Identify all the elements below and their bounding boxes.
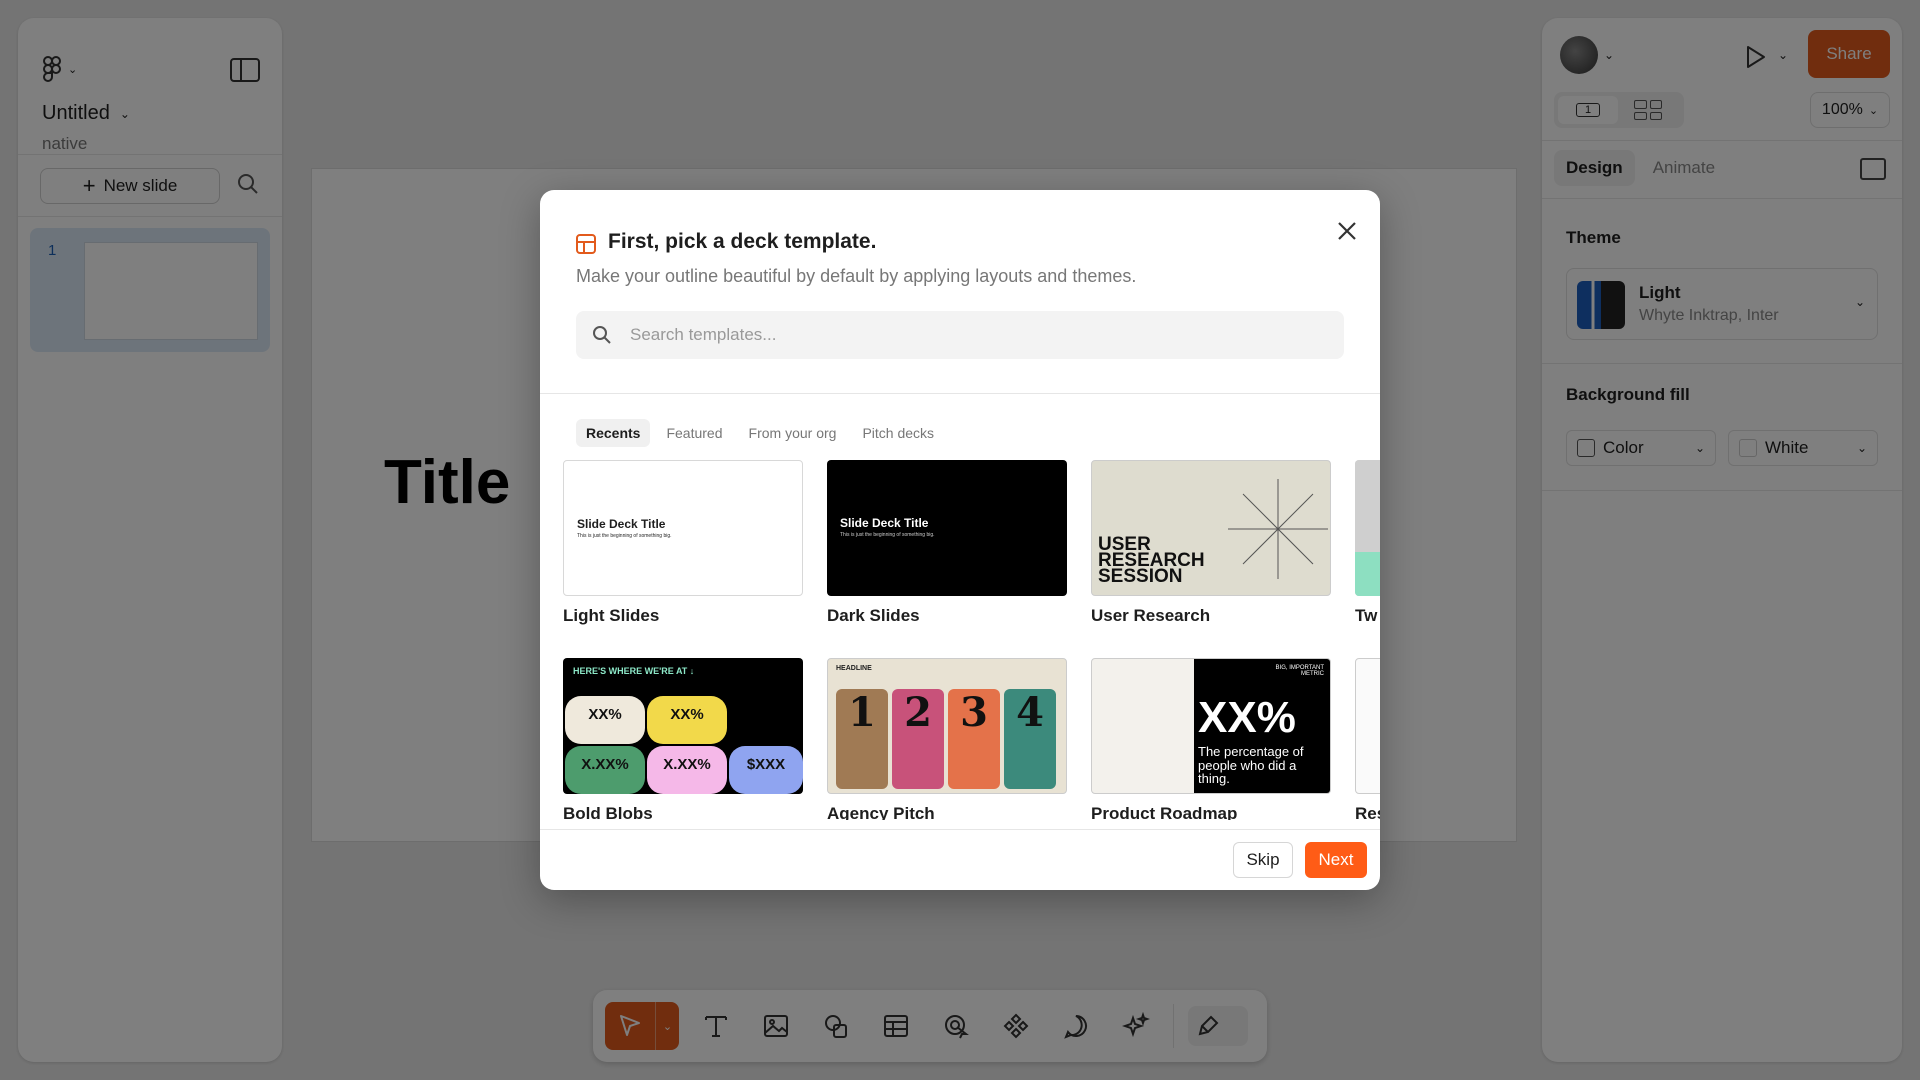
blob: XX% xyxy=(647,696,727,744)
divider xyxy=(540,829,1380,830)
template-icon xyxy=(576,234,596,254)
template-card-user-research[interactable]: USER RESEARCH SESSION User Research xyxy=(1091,460,1331,626)
tab-pitch-decks[interactable]: Pitch decks xyxy=(852,419,944,447)
preview-label: BIG, IMPORTANT METRIC xyxy=(1275,665,1324,677)
preview-title: Slide Deck Title xyxy=(577,517,666,531)
blob: X.XX% xyxy=(647,746,727,794)
template-card-agency-pitch[interactable]: HEADLINE 1 2 3 4 Agency Pitch xyxy=(827,658,1067,820)
template-card-dark-slides[interactable]: Slide Deck Title This is just the beginn… xyxy=(827,460,1067,626)
preview-caption: The percentage of people who did a thing… xyxy=(1198,744,1304,787)
template-name: Product Roadmap xyxy=(1091,804,1238,820)
modal-description: Make your outline beautiful by default b… xyxy=(576,266,1137,286)
template-preview xyxy=(1355,658,1380,794)
blob: X.XX% xyxy=(565,746,645,794)
preview-header: HERE'S WHERE WE'RE AT ↓ xyxy=(573,666,695,676)
tab-featured[interactable]: Featured xyxy=(656,419,732,447)
modal-title: First, pick a deck template. xyxy=(608,230,877,253)
preview-title: Slide Deck Title xyxy=(840,516,929,530)
preview-number: 3 xyxy=(948,689,1000,789)
template-name: Bold Blobs xyxy=(563,804,653,820)
template-preview: Slide Deck Title This is just the beginn… xyxy=(563,460,803,596)
preview-number: 4 xyxy=(1004,689,1056,789)
skip-button[interactable]: Skip xyxy=(1233,842,1293,878)
blob: $XXX xyxy=(729,746,803,794)
preview-subtitle: This is just the beginning of something … xyxy=(840,532,935,538)
template-grid: Slide Deck Title This is just the beginn… xyxy=(540,460,1380,820)
template-preview: HERE'S WHERE WE'RE AT ↓ XX% XX% X.XX% X.… xyxy=(563,658,803,794)
template-name: Tw xyxy=(1355,606,1378,625)
tab-from-your-org[interactable]: From your org xyxy=(739,419,847,447)
search-icon xyxy=(593,326,611,344)
template-preview: Slide Deck Title This is just the beginn… xyxy=(827,460,1067,596)
preview-number: 2 xyxy=(892,689,944,789)
template-name: Dark Slides xyxy=(827,606,920,625)
template-preview: BIG, IMPORTANT METRIC XX% The percentage… xyxy=(1091,658,1331,794)
preview-metric: XX% xyxy=(1198,693,1296,742)
template-tabs: Recents Featured From your org Pitch dec… xyxy=(576,419,944,447)
search-templates-input[interactable] xyxy=(576,311,1344,359)
next-button[interactable]: Next xyxy=(1305,842,1367,878)
template-name: Light Slides xyxy=(563,606,660,625)
template-name: Agency Pitch xyxy=(827,804,935,820)
template-card-bold-blobs[interactable]: HERE'S WHERE WE'RE AT ↓ XX% XX% X.XX% X.… xyxy=(563,658,803,820)
template-card-partial[interactable]: Tw xyxy=(1355,460,1380,626)
template-card-partial[interactable]: Res xyxy=(1355,658,1380,820)
blob: XX% xyxy=(565,696,645,744)
template-picker-modal: First, pick a deck template. Make your o… xyxy=(540,190,1380,890)
tab-recents[interactable]: Recents xyxy=(576,419,651,447)
preview-metric-panel: BIG, IMPORTANT METRIC XX% The percentage… xyxy=(1194,659,1330,793)
template-name: Res xyxy=(1355,804,1380,820)
close-icon[interactable] xyxy=(1332,216,1362,246)
template-preview: USER RESEARCH SESSION xyxy=(1091,460,1331,596)
preview-title: USER RESEARCH SESSION xyxy=(1098,533,1205,587)
template-card-product-roadmap[interactable]: BIG, IMPORTANT METRIC XX% The percentage… xyxy=(1091,658,1331,820)
template-preview: HEADLINE 1 2 3 4 xyxy=(827,658,1067,794)
template-preview xyxy=(1355,460,1380,596)
divider xyxy=(540,393,1380,394)
preview-header: HEADLINE xyxy=(836,665,872,672)
template-name: User Research xyxy=(1091,606,1211,625)
preview-subtitle: This is just the beginning of something … xyxy=(577,533,672,539)
preview-number: 1 xyxy=(836,689,888,789)
template-card-light-slides[interactable]: Slide Deck Title This is just the beginn… xyxy=(563,460,803,626)
starburst-graphic xyxy=(1228,479,1328,579)
